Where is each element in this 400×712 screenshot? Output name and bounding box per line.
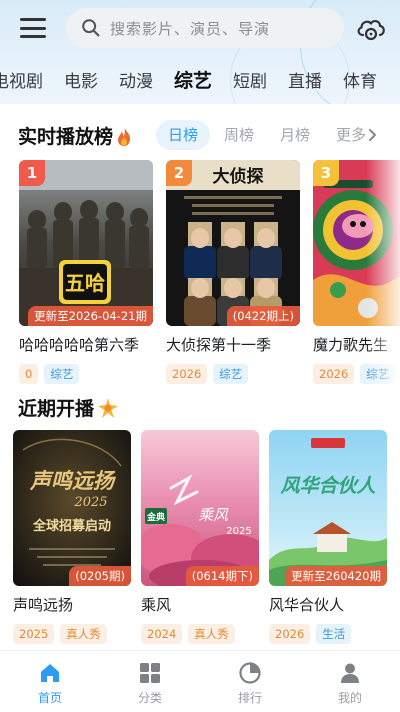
section-title-text: 近期开播: [18, 398, 95, 420]
episode-badge: 更新至260420期: [285, 566, 387, 586]
tab-monthly[interactable]: 月榜: [268, 120, 322, 150]
genre-tag: 真人秀: [188, 624, 235, 644]
main-content: 实时播放榜 日榜 周榜 月榜 更多 五哈 1 更新至2026-04-21期 哈哈…: [0, 104, 400, 650]
category-tv[interactable]: 电视剧: [0, 67, 43, 92]
category-variety[interactable]: 综艺: [174, 66, 212, 93]
category-movie[interactable]: 电影: [64, 67, 98, 92]
grid-icon: [140, 663, 160, 683]
poster-5-brand-text: 金典: [146, 511, 165, 523]
tab-more[interactable]: 更多: [324, 120, 378, 150]
category-bar: 电视剧 电影 动漫 综艺 短剧 直播 体育: [0, 62, 398, 96]
poster-2-title-text: 大侦探: [213, 166, 264, 187]
home-icon: [41, 664, 59, 682]
episode-badge: 更新至2026-04-21期: [28, 306, 153, 326]
show-card[interactable]: 五哈 1 更新至2026-04-21期 哈哈哈哈哈第六季 0 综艺: [19, 160, 153, 384]
genre-tag: 综艺: [213, 364, 249, 384]
show-title[interactable]: 哈哈哈哈哈第六季: [19, 335, 153, 355]
year-tag: 0: [19, 364, 39, 384]
show-title[interactable]: 乘风: [141, 595, 259, 615]
user-icon: [341, 663, 359, 683]
nav-home[interactable]: 首页: [0, 651, 100, 712]
sparkle-icon: [98, 397, 119, 418]
year-tag: 2024: [141, 624, 183, 644]
chevron-right-icon: [369, 129, 377, 141]
episode-badge: (0422期上): [226, 306, 300, 326]
category-short-drama[interactable]: 短剧: [233, 67, 267, 92]
category-live[interactable]: 直播: [288, 67, 322, 92]
show-title[interactable]: 声鸣远扬: [13, 595, 131, 615]
nav-ranking[interactable]: 排行: [200, 651, 300, 712]
poster-1-logo-text: 五哈: [65, 271, 105, 295]
episode-badge: (0205期): [69, 566, 131, 586]
upcoming-row: 声鸣远扬 2025 全球招募启动 (0205期) 声鸣远扬 2025 真人秀 金…: [0, 430, 400, 650]
show-card[interactable]: 大侦探 2 (0422期上) 大侦探第十一季 2026 综艺: [166, 160, 300, 384]
poster-4-year-text: 2025: [73, 495, 107, 510]
section-title-text: 实时播放榜: [18, 126, 114, 148]
bottom-nav: 首页 分类 排行 我的: [0, 650, 400, 712]
fire-icon: [118, 125, 131, 146]
nav-profile-label: 我的: [337, 691, 362, 705]
nav-category[interactable]: 分类: [100, 651, 200, 712]
ranking-tabs: 日榜 周榜 月榜 更多: [156, 120, 380, 150]
poster-image[interactable]: 声鸣远扬 2025 全球招募启动 (0205期): [13, 430, 131, 586]
section-title-upcoming: 近期开播: [18, 394, 120, 421]
show-card[interactable]: 金典 乘风 2025 (0614期下) 乘风 2024 真人秀: [141, 430, 259, 644]
show-card[interactable]: 声鸣远扬 2025 全球招募启动 (0205期) 声鸣远扬 2025 真人秀: [13, 430, 131, 644]
poster-4-title-text: 声鸣远扬: [29, 468, 117, 493]
section-title-realtime: 实时播放榜: [18, 122, 133, 149]
category-sports[interactable]: 体育: [343, 67, 377, 92]
rank-badge: 2: [166, 160, 192, 186]
genre-tag: 生活: [316, 624, 352, 644]
tab-daily[interactable]: 日榜: [156, 120, 211, 150]
ranking-icon: [239, 662, 261, 684]
nav-home-label: 首页: [37, 691, 62, 705]
genre-tag: 真人秀: [60, 624, 107, 644]
episode-badge: (0614期下): [185, 566, 259, 586]
year-tag: 2025: [13, 624, 55, 644]
nav-profile[interactable]: 我的: [300, 651, 400, 712]
poster-image[interactable]: 大侦探 2 (0422期上): [166, 160, 300, 326]
show-card[interactable]: 风华合伙人 更新至260420期 风华合伙人 2026 生活: [269, 430, 387, 644]
category-anime[interactable]: 动漫: [119, 67, 153, 92]
poster-6-title-text: 风华合伙人: [280, 475, 376, 497]
poster-image[interactable]: 金典 乘风 2025 (0614期下): [141, 430, 259, 586]
poster-image[interactable]: 风华合伙人 更新至260420期: [269, 430, 387, 586]
realtime-row: 五哈 1 更新至2026-04-21期 哈哈哈哈哈第六季 0 综艺 大侦探 2 …: [0, 160, 400, 390]
poster-5-year-text: 2025: [226, 526, 251, 537]
show-title[interactable]: 风华合伙人: [269, 595, 387, 615]
rank-badge: 3: [313, 160, 339, 186]
year-tag: 2026: [269, 624, 311, 644]
poster-4-subtitle-text: 全球招募启动: [32, 518, 111, 534]
top-header: 搜索影片、演员、导演 电视剧 电影 动漫 综艺 短剧 直播 体育: [0, 0, 400, 104]
search-icon: [82, 19, 100, 37]
search-placeholder: 搜索影片、演员、导演: [110, 19, 271, 38]
year-tag: 2026: [313, 364, 355, 384]
rank-badge: 1: [19, 160, 45, 186]
nav-ranking-label: 排行: [237, 691, 262, 705]
poster-image[interactable]: 五哈 1 更新至2026-04-21期: [19, 160, 153, 326]
tab-more-label: 更多: [336, 126, 367, 144]
nav-category-label: 分类: [137, 691, 162, 705]
show-title[interactable]: 大侦探第十一季: [166, 335, 300, 355]
cloud-sync-icon[interactable]: [354, 12, 388, 46]
menu-icon[interactable]: [20, 18, 46, 38]
tab-weekly[interactable]: 周榜: [212, 120, 266, 150]
search-bar[interactable]: 搜索影片、演员、导演: [66, 8, 344, 48]
scroll-fade: [366, 160, 400, 390]
poster-5-title-text: 乘风: [198, 506, 229, 524]
year-tag: 2026: [166, 364, 208, 384]
genre-tag: 综艺: [44, 364, 80, 384]
